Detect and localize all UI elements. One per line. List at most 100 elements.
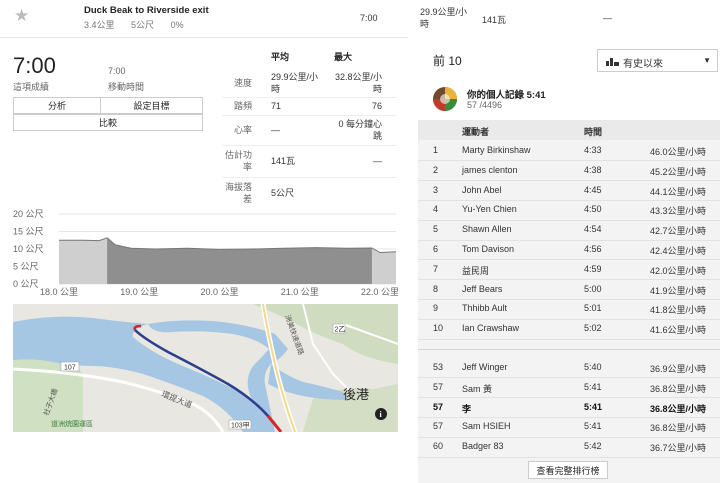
table-row[interactable]: 4 Yu-Yen Chien 4:50 43.3公里/小時 [418,200,720,219]
moving-time: 7:00 [108,66,126,76]
table-row[interactable]: 60 Badger 83 5:42 36.7公里/小時 [418,437,720,456]
set-goal-button[interactable]: 設定目標 [100,97,203,114]
segment-grade: 0% [170,20,184,30]
cell-name[interactable]: Yu-Yen Chien [462,204,517,214]
leaderboard-title: 前 10 [433,54,462,68]
leaderboard-filter-select[interactable]: 有史以來 ▼ [597,49,718,72]
table-row[interactable]: 1 Marty Birkinshaw 4:33 46.0公里/小時 [418,141,720,160]
cell-time: 5:41 [584,381,602,392]
col-time: 時間 [584,127,603,137]
segment-distance: 3.4公里 [84,20,115,30]
cell-time: 4:59 [584,263,602,274]
personal-record-rank: 57 /4496 [467,100,503,110]
map-label-houzhu: 後港 [343,387,369,402]
cell-name[interactable]: james clenton [462,165,518,175]
cell-time: 5:00 [584,283,602,294]
cell-speed: 41.8公里/小時 [649,305,706,316]
stats-row-elevation: 海拔落差 5公尺 [224,182,295,204]
cell-speed: 45.2公里/小時 [649,166,706,177]
cell-speed: 42.0公里/小時 [649,265,706,276]
header-power: 141瓦 [482,15,507,25]
elevation-chart[interactable]: 20 公尺 15 公尺 10 公尺 5 公尺 0 公尺18.0 公里 19.0 公里 20.… [13,206,398,301]
header-divider [0,37,408,38]
cell-speed: 41.6公里/小時 [649,325,706,336]
analyze-button[interactable]: 分析 [13,97,101,114]
cell-rank: 57 [433,401,444,412]
y-tick-label: 0 公尺 [13,279,39,289]
elapsed-time: 7:00 [13,53,56,78]
table-row[interactable]: 9 Thhibb Ault 5:01 41.8公里/小時 [418,299,720,318]
cell-time: 4:33 [584,145,602,155]
view-full-leaderboard-button[interactable]: 查看完整排行榜 [528,461,608,479]
cell-name[interactable]: Jeff Bears [462,284,502,294]
cell-time: 4:45 [584,184,602,195]
table-row[interactable]: 3 John Abel 4:45 44.1公里/小時 [418,181,720,200]
table-row[interactable]: 57 Sam 黃 5:41 36.8公里/小時 [418,378,720,397]
y-tick-label: 20 公尺 [13,209,44,219]
cell-name[interactable]: Sam 黃 [462,382,492,395]
table-row[interactable]: 7 益民周 4:59 42.0公里/小時 [418,260,720,279]
cell-name[interactable]: Thhibb Ault [462,303,507,313]
table-row[interactable]: 53 Jeff Winger 5:40 36.9公里/小時 [418,358,720,377]
cell-rank: 57 [433,381,444,392]
cell-name[interactable]: Sam HSIEH [462,421,511,431]
cell-rank: 10 [433,323,444,334]
cell-speed: 41.9公里/小時 [649,285,706,296]
cell-rank: 53 [433,362,444,372]
stats-row-heartrate: 心率 — 0 每分鐘心跳 [233,119,382,141]
cell-rank: 2 [433,164,439,175]
header-speed: 29.9公里/小時 [420,7,468,29]
cell-name[interactable]: Ian Crawshaw [462,323,519,333]
cell-speed: 36.8公里/小時 [649,403,706,414]
chevron-down-icon: ▼ [703,56,711,65]
cell-rank: 5 [433,224,439,235]
cell-speed: 42.7公里/小時 [649,226,706,237]
y-tick-label: 10 公尺 [13,244,44,254]
table-row[interactable]: 57 Sam HSIEH 5:41 36.8公里/小時 [418,417,720,436]
x-tick-label: 20.0 公里 [200,287,238,297]
cell-rank: 6 [433,244,439,254]
elapsed-label: 這項成績 [13,82,50,92]
elevation-area-segment [107,237,372,284]
stats-row-cadence: 踏頻 71 76 [233,101,382,111]
table-row[interactable]: 8 Jeff Bears 5:00 41.9公里/小時 [418,280,720,299]
cell-speed: 43.3公里/小時 [649,206,706,217]
cell-rank: 60 [433,441,444,452]
y-tick-label: 15 公尺 [13,227,44,237]
star-icon[interactable]: ★ [14,6,29,26]
cell-speed: 42.4公里/小時 [649,246,706,256]
cell-speed: 36.8公里/小時 [649,423,706,434]
cell-time: 5:41 [584,421,602,432]
table-row[interactable]: 10 Ian Crawshaw 5:02 41.6公里/小時 [418,319,720,338]
cell-speed: 36.9公里/小時 [649,364,706,374]
cell-time: 5:02 [584,323,602,334]
table-row[interactable]: 6 Tom Davison 4:56 42.4公里/小時 [418,240,720,259]
cell-rank: 4 [433,204,439,215]
header-time: 7:00 [360,13,378,23]
table-row[interactable]: 2 james clenton 4:38 45.2公里/小時 [418,161,720,180]
cell-time: 5:42 [584,441,602,452]
route-map[interactable]: 107 2乙 103甲 環提大道 道洲烷園運區 洲美快速道路 社子大橋 後港 i [13,304,398,432]
cell-rank: 9 [433,303,439,314]
stats-col-avg: 平均 [271,52,290,62]
road-2z-label: 2乙 [335,326,346,334]
cell-name[interactable]: Tom Davison [462,244,514,254]
cell-rank: 1 [433,145,439,155]
segment-title[interactable]: Duck Beak to Riverside exit [84,5,209,16]
header-dash: — [603,13,612,23]
cell-name[interactable]: 李 [462,402,471,415]
cell-name[interactable]: Shawn Allen [462,224,512,234]
cell-time: 4:50 [584,204,602,215]
cell-time: 4:38 [584,164,602,175]
map-label-park: 道洲烷園運區 [51,419,93,428]
table-row[interactable]: 5 Shawn Allen 4:54 42.7公里/小時 [418,220,720,239]
cell-rank: 57 [433,421,444,432]
cell-name[interactable]: Marty Birkinshaw [462,145,531,155]
cell-name[interactable]: 益民周 [462,264,489,277]
table-row-current-athlete[interactable]: 57 李 5:41 36.8公里/小時 [418,398,720,417]
compare-button[interactable]: 比較 [13,114,203,131]
cell-name[interactable]: John Abel [462,185,502,195]
cell-name[interactable]: Jeff Winger [462,362,507,372]
cell-name[interactable]: Badger 83 [462,441,504,451]
cell-speed: 46.0公里/小時 [649,147,706,157]
